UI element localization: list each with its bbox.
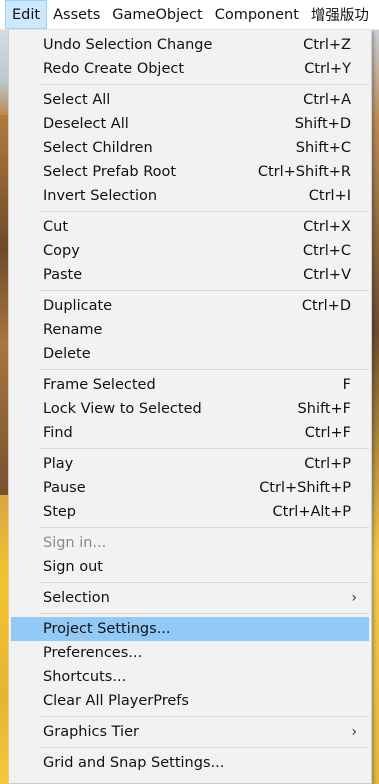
menu-separator bbox=[39, 716, 369, 717]
menu-item-label: Play bbox=[43, 456, 74, 472]
menu-separator bbox=[39, 582, 369, 583]
menu-separator bbox=[39, 369, 369, 370]
menu-item-label: Grid and Snap Settings... bbox=[43, 755, 225, 771]
menu-item-shortcuts[interactable]: Shortcuts... bbox=[9, 665, 371, 689]
menu-item-step[interactable]: Step Ctrl+Alt+P bbox=[9, 500, 371, 524]
menu-item-duplicate[interactable]: Duplicate Ctrl+D bbox=[9, 294, 371, 318]
menu-item-shortcut: Ctrl+V bbox=[303, 267, 351, 283]
menu-item-rename[interactable]: Rename bbox=[9, 318, 371, 342]
menu-item-shortcut: Ctrl+Y bbox=[304, 61, 351, 77]
menu-item-label: Find bbox=[43, 425, 73, 441]
menu-item-graphics-tier[interactable]: Graphics Tier › bbox=[9, 720, 371, 744]
menubar-enhanced[interactable]: 增强版功 bbox=[305, 0, 375, 29]
edit-dropdown-menu: Undo Selection Change Ctrl+Z Redo Create O… bbox=[8, 30, 372, 784]
menu-item-select-children[interactable]: Select Children Shift+C bbox=[9, 136, 371, 160]
menu-item-lock-view-to-selected[interactable]: Lock View to Selected Shift+F bbox=[9, 397, 371, 421]
menu-item-label: Invert Selection bbox=[43, 188, 158, 204]
menu-item-label: Pause bbox=[43, 480, 86, 496]
menu-item-label: Lock View to Selected bbox=[43, 401, 202, 417]
menu-item-select-all[interactable]: Select All Ctrl+A bbox=[9, 88, 371, 112]
menu-item-label: Paste bbox=[43, 267, 83, 283]
menu-item-label: Copy bbox=[43, 243, 80, 259]
menu-item-shortcut: Ctrl+Shift+P bbox=[259, 480, 351, 496]
menu-item-frame-selected[interactable]: Frame Selected F bbox=[9, 373, 371, 397]
menu-item-shortcut: Ctrl+P bbox=[304, 456, 351, 472]
menu-bar: Edit Assets GameObject Component 增强版功 bbox=[0, 0, 379, 30]
menu-separator bbox=[39, 527, 369, 528]
menu-item-label: Sign out bbox=[43, 559, 103, 575]
menu-item-undo-selection-change[interactable]: Undo Selection Change Ctrl+Z bbox=[9, 33, 371, 57]
menu-item-label: Shortcuts... bbox=[43, 669, 127, 685]
menubar-edit[interactable]: Edit bbox=[5, 0, 48, 29]
menu-item-label: Step bbox=[43, 504, 77, 520]
menu-separator bbox=[39, 613, 369, 614]
menu-item-label: Redo Create Object bbox=[43, 61, 185, 77]
menu-item-label: Select Prefab Root bbox=[43, 164, 177, 180]
scene-right-strip bbox=[371, 30, 379, 784]
menu-separator bbox=[39, 84, 369, 85]
menu-item-pause[interactable]: Pause Ctrl+Shift+P bbox=[9, 476, 371, 500]
menu-item-selection[interactable]: Selection › bbox=[9, 586, 371, 610]
menu-item-copy[interactable]: Copy Ctrl+C bbox=[9, 239, 371, 263]
menu-item-label: Selection bbox=[43, 590, 110, 606]
menu-item-shortcut: Ctrl+A bbox=[303, 92, 351, 108]
menu-separator bbox=[39, 290, 369, 291]
chevron-right-icon: › bbox=[351, 590, 357, 606]
menu-item-shortcut: Ctrl+F bbox=[304, 425, 351, 441]
menu-item-label: Rename bbox=[43, 322, 103, 338]
menu-item-label: Cut bbox=[43, 219, 68, 235]
menu-item-shortcut: Ctrl+Shift+R bbox=[257, 164, 351, 180]
menu-separator bbox=[39, 747, 369, 748]
menu-item-project-settings[interactable]: Project Settings... bbox=[11, 617, 369, 641]
menu-item-shortcut: Ctrl+Z bbox=[303, 37, 351, 53]
menu-item-paste[interactable]: Paste Ctrl+V bbox=[9, 263, 371, 287]
menu-item-label: Select All bbox=[43, 92, 111, 108]
menu-item-shortcut: Shift+C bbox=[295, 140, 351, 156]
menu-item-label: Select Children bbox=[43, 140, 153, 156]
menu-item-delete[interactable]: Delete bbox=[9, 342, 371, 366]
menubar-assets[interactable]: Assets bbox=[47, 0, 106, 29]
menu-item-label: Clear All PlayerPrefs bbox=[43, 693, 189, 709]
menu-item-shortcut: Ctrl+Alt+P bbox=[272, 504, 351, 520]
menu-item-find[interactable]: Find Ctrl+F bbox=[9, 421, 371, 445]
menu-item-label: Undo Selection Change bbox=[43, 37, 213, 53]
menu-item-sign-out[interactable]: Sign out bbox=[9, 555, 371, 579]
menu-separator bbox=[39, 448, 369, 449]
menu-item-invert-selection[interactable]: Invert Selection Ctrl+I bbox=[9, 184, 371, 208]
menu-item-deselect-all[interactable]: Deselect All Shift+D bbox=[9, 112, 371, 136]
menu-item-grid-and-snap-settings[interactable]: Grid and Snap Settings... bbox=[9, 751, 371, 775]
menu-separator bbox=[39, 211, 369, 212]
menu-item-preferences[interactable]: Preferences... bbox=[9, 641, 371, 665]
menu-item-shortcut: Ctrl+I bbox=[308, 188, 351, 204]
menu-item-label: Delete bbox=[43, 346, 91, 362]
menu-item-shortcut: Ctrl+D bbox=[301, 298, 351, 314]
menu-item-shortcut: F bbox=[342, 377, 351, 393]
menu-item-label: Deselect All bbox=[43, 116, 129, 132]
menu-item-shortcut: Ctrl+C bbox=[302, 243, 351, 259]
menu-item-label: Project Settings... bbox=[43, 621, 171, 637]
menu-item-select-prefab-root[interactable]: Select Prefab Root Ctrl+Shift+R bbox=[9, 160, 371, 184]
menu-item-sign-in: Sign in... bbox=[9, 531, 371, 555]
chevron-right-icon: › bbox=[351, 724, 357, 740]
menubar-component[interactable]: Component bbox=[209, 0, 305, 29]
menu-item-label: Preferences... bbox=[43, 645, 143, 661]
menu-item-label: Sign in... bbox=[43, 535, 107, 551]
menu-item-play[interactable]: Play Ctrl+P bbox=[9, 452, 371, 476]
menu-item-shortcut: Shift+F bbox=[297, 401, 351, 417]
menu-item-shortcut: Shift+D bbox=[294, 116, 351, 132]
menubar-gameobject[interactable]: GameObject bbox=[106, 0, 208, 29]
menu-item-label: Duplicate bbox=[43, 298, 113, 314]
menu-item-label: Graphics Tier bbox=[43, 724, 139, 740]
menu-item-cut[interactable]: Cut Ctrl+X bbox=[9, 215, 371, 239]
menu-item-label: Frame Selected bbox=[43, 377, 156, 393]
menu-item-clear-all-playerprefs[interactable]: Clear All PlayerPrefs bbox=[9, 689, 371, 713]
menu-item-shortcut: Ctrl+X bbox=[303, 219, 351, 235]
menu-item-redo-create-object[interactable]: Redo Create Object Ctrl+Y bbox=[9, 57, 371, 81]
